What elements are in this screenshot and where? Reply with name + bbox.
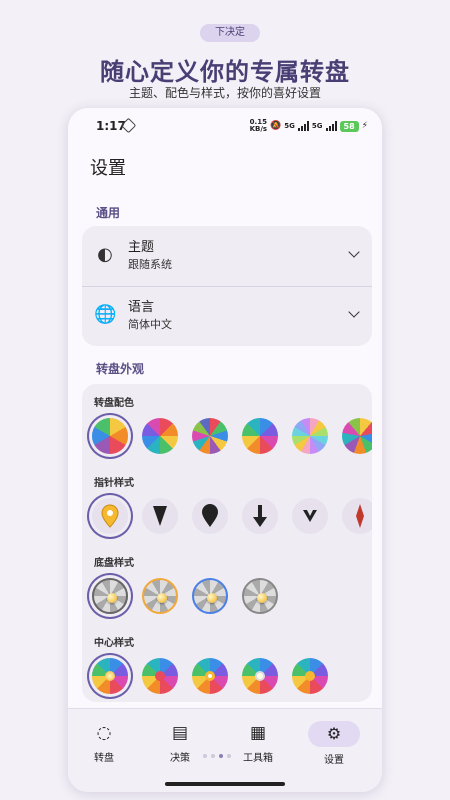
promo-badge: 下决定 bbox=[200, 24, 260, 42]
language-setting[interactable]: 🌐 语言 简体中文 bbox=[82, 286, 372, 346]
knob-icon bbox=[207, 593, 217, 603]
signal-icon bbox=[297, 121, 309, 131]
spinner-icon: ◌ bbox=[96, 723, 112, 743]
theme-title: 主题 bbox=[128, 240, 155, 255]
bottom-tab-bar: ◌ 转盘 ▤ 决策 ▦ 工具箱 ⚙ 设置 bbox=[68, 708, 382, 792]
tab-label: 工具箱 bbox=[243, 753, 273, 764]
base-label: 底盘样式 bbox=[94, 558, 134, 569]
globe-icon: 🌐 bbox=[94, 304, 117, 325]
center-option-5[interactable] bbox=[292, 658, 328, 694]
center-dot-icon bbox=[205, 671, 215, 681]
base-options bbox=[92, 578, 278, 614]
promo-subtitle: 主题、配色与样式，按你的喜好设置 bbox=[128, 86, 321, 100]
language-value: 简体中文 bbox=[128, 318, 172, 331]
general-card: ◐ 主题 跟随系统 🌐 语言 简体中文 bbox=[82, 226, 372, 346]
list-icon: ▤ bbox=[171, 723, 189, 743]
center-option-1[interactable] bbox=[92, 658, 128, 694]
needle-pointer-icon bbox=[356, 504, 364, 528]
mute-icon: 🔕 bbox=[270, 121, 282, 131]
page-indicator bbox=[203, 754, 231, 758]
tab-label: 转盘 bbox=[94, 753, 114, 764]
base-option-4[interactable] bbox=[242, 578, 278, 614]
color-option-4[interactable] bbox=[242, 418, 278, 454]
center-option-4[interactable] bbox=[242, 658, 278, 694]
home-indicator[interactable] bbox=[165, 782, 285, 786]
tab-label: 决策 bbox=[170, 753, 190, 764]
signal-label: 5G bbox=[284, 122, 295, 130]
section-general: 通用 bbox=[96, 206, 121, 220]
chevron-down-icon[interactable] bbox=[348, 306, 360, 318]
network-speed: 0.15 KB/s bbox=[249, 118, 268, 133]
theme-setting[interactable]: ◐ 主题 跟随系统 bbox=[82, 226, 372, 286]
tab-spinner[interactable]: ◌ 转盘 bbox=[74, 721, 134, 764]
appearance-card: 转盘配色 指针样式 底盘样式 中心样式 bbox=[82, 384, 372, 702]
theme-value: 跟随系统 bbox=[128, 258, 172, 271]
base-option-3[interactable] bbox=[192, 578, 228, 614]
color-options bbox=[92, 418, 372, 454]
base-option-1[interactable] bbox=[92, 578, 128, 614]
status-indicators: 0.15 KB/s 🔕 5G 5G 58 ⚡ bbox=[250, 119, 368, 133]
pointer-label: 指针样式 bbox=[94, 478, 134, 489]
section-appearance: 转盘外观 bbox=[96, 362, 145, 376]
center-dot-icon bbox=[105, 671, 115, 681]
pointer-option-pin[interactable] bbox=[92, 498, 128, 534]
tab-toolbox[interactable]: ▦ 工具箱 bbox=[228, 721, 288, 764]
phone-frame: 1:17 0.15 KB/s 🔕 5G 5G 58 ⚡ 设置 通用 ◐ 主题 跟… bbox=[68, 108, 382, 792]
center-label: 中心样式 bbox=[94, 638, 134, 649]
signal-icon-2 bbox=[325, 121, 337, 131]
pointer-options bbox=[92, 498, 372, 534]
pointer-option-arrow[interactable] bbox=[242, 498, 278, 534]
color-option-6[interactable] bbox=[342, 418, 372, 454]
chevron-pointer-icon bbox=[303, 510, 317, 522]
charging-icon: ⚡ bbox=[361, 121, 368, 131]
arrow-down-icon bbox=[253, 505, 267, 527]
center-dot-icon bbox=[255, 671, 265, 681]
status-bar: 1:17 0.15 KB/s 🔕 5G 5G 58 ⚡ bbox=[68, 108, 382, 144]
center-options bbox=[92, 658, 328, 694]
knob-icon bbox=[157, 593, 167, 603]
base-option-2[interactable] bbox=[142, 578, 178, 614]
tab-label: 设置 bbox=[324, 755, 344, 766]
location-pin-icon bbox=[101, 504, 119, 528]
tab-decision[interactable]: ▤ 决策 bbox=[150, 721, 210, 764]
gear-icon: ⚙ bbox=[308, 721, 360, 747]
grid-icon: ▦ bbox=[249, 723, 267, 743]
chevron-down-icon[interactable] bbox=[348, 246, 360, 258]
knob-icon bbox=[107, 593, 117, 603]
tab-settings[interactable]: ⚙ 设置 bbox=[304, 721, 364, 766]
pointer-option-triangle[interactable] bbox=[142, 498, 178, 534]
color-option-3[interactable] bbox=[192, 418, 228, 454]
battery-indicator: 58 bbox=[339, 120, 359, 132]
theme-icon: ◐ bbox=[97, 244, 113, 265]
page-title: 设置 bbox=[90, 158, 126, 179]
colors-label: 转盘配色 bbox=[94, 398, 134, 409]
color-option-1[interactable] bbox=[92, 418, 128, 454]
signal-label-2: 5G bbox=[311, 122, 323, 130]
center-option-2[interactable] bbox=[142, 658, 178, 694]
center-option-3[interactable] bbox=[192, 658, 228, 694]
color-option-2[interactable] bbox=[142, 418, 178, 454]
promo-title: 随心定义你的专属转盘 bbox=[100, 58, 350, 86]
center-dot-icon bbox=[305, 671, 315, 681]
pointer-option-drop[interactable] bbox=[192, 498, 228, 534]
knob-icon bbox=[257, 593, 267, 603]
center-dot-icon bbox=[155, 671, 165, 681]
pointer-option-needle[interactable] bbox=[342, 498, 372, 534]
language-title: 语言 bbox=[128, 300, 155, 315]
pointer-option-chevron[interactable] bbox=[292, 498, 328, 534]
triangle-pointer-icon bbox=[153, 506, 167, 526]
drop-pointer-icon bbox=[202, 504, 218, 527]
color-option-5[interactable] bbox=[292, 418, 328, 454]
